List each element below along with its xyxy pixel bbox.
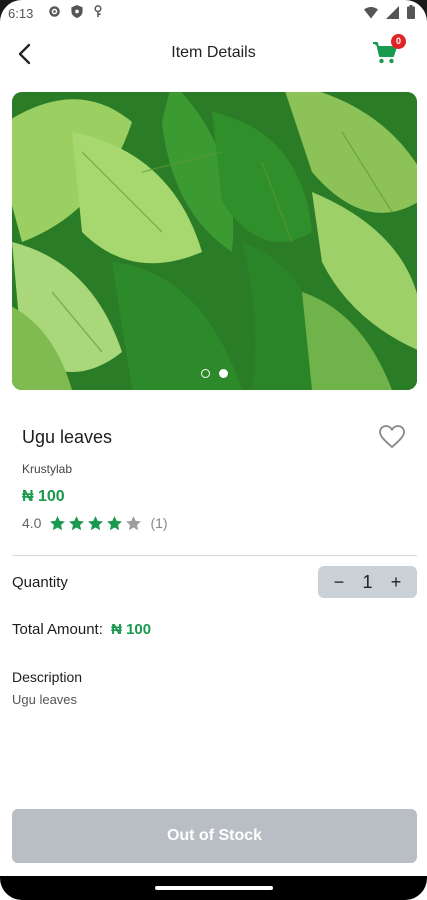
- rating-stars: [49, 515, 142, 532]
- star-filled-icon: [69, 515, 85, 530]
- carousel-indicator: [12, 369, 417, 378]
- vpn-key-icon: [94, 5, 102, 18]
- vendor-name: Krustylab: [22, 462, 73, 476]
- rating-value: 4.0: [22, 515, 42, 531]
- quantity-label: Quantity: [12, 574, 68, 591]
- battery-icon: [407, 5, 415, 19]
- page-title: Item Details: [171, 44, 256, 61]
- carousel-dot[interactable]: [201, 369, 210, 378]
- signal-icon: [386, 5, 399, 19]
- carousel-dot-active[interactable]: [219, 369, 228, 378]
- divider: [12, 555, 417, 556]
- shield-icon: [71, 5, 83, 18]
- heart-icon[interactable]: [379, 425, 405, 449]
- description-text: Ugu leaves: [12, 692, 78, 707]
- total-amount-row: Total Amount: ₦ 100: [12, 621, 151, 638]
- quantity-stepper: − 1 +: [318, 566, 417, 598]
- description-title: Description: [12, 669, 83, 685]
- home-indicator[interactable]: [155, 886, 273, 890]
- star-filled-icon: [88, 515, 104, 530]
- quantity-value: 1: [362, 571, 373, 592]
- status-time: 6:13: [8, 6, 34, 21]
- star-filled-icon: [50, 515, 66, 530]
- cart-count-badge: 0: [391, 34, 406, 49]
- app-screen: 6:13 Item Details 0 Ugu leaves Krustylab…: [0, 0, 427, 900]
- decrement-button[interactable]: −: [330, 572, 348, 593]
- settings-icon: [49, 6, 60, 17]
- navigation-bar: [0, 876, 427, 900]
- leaves-photo: [12, 92, 417, 390]
- product-image[interactable]: [12, 92, 417, 390]
- star-filled-icon: [107, 515, 123, 530]
- rating-row: 4.0 (1): [22, 514, 168, 532]
- out-of-stock-button[interactable]: Out of Stock: [12, 809, 417, 863]
- app-header: Item Details: [0, 28, 427, 80]
- product-price: ₦ 100: [22, 488, 65, 505]
- total-amount-value: ₦ 100: [111, 621, 152, 638]
- star-empty-icon: [126, 515, 142, 530]
- review-count: (1): [150, 515, 168, 531]
- wifi-icon: [364, 6, 378, 18]
- status-bar: 6:13: [0, 0, 427, 28]
- product-name: Ugu leaves: [22, 427, 113, 447]
- increment-button[interactable]: +: [387, 572, 405, 593]
- total-amount-label: Total Amount:: [12, 621, 103, 638]
